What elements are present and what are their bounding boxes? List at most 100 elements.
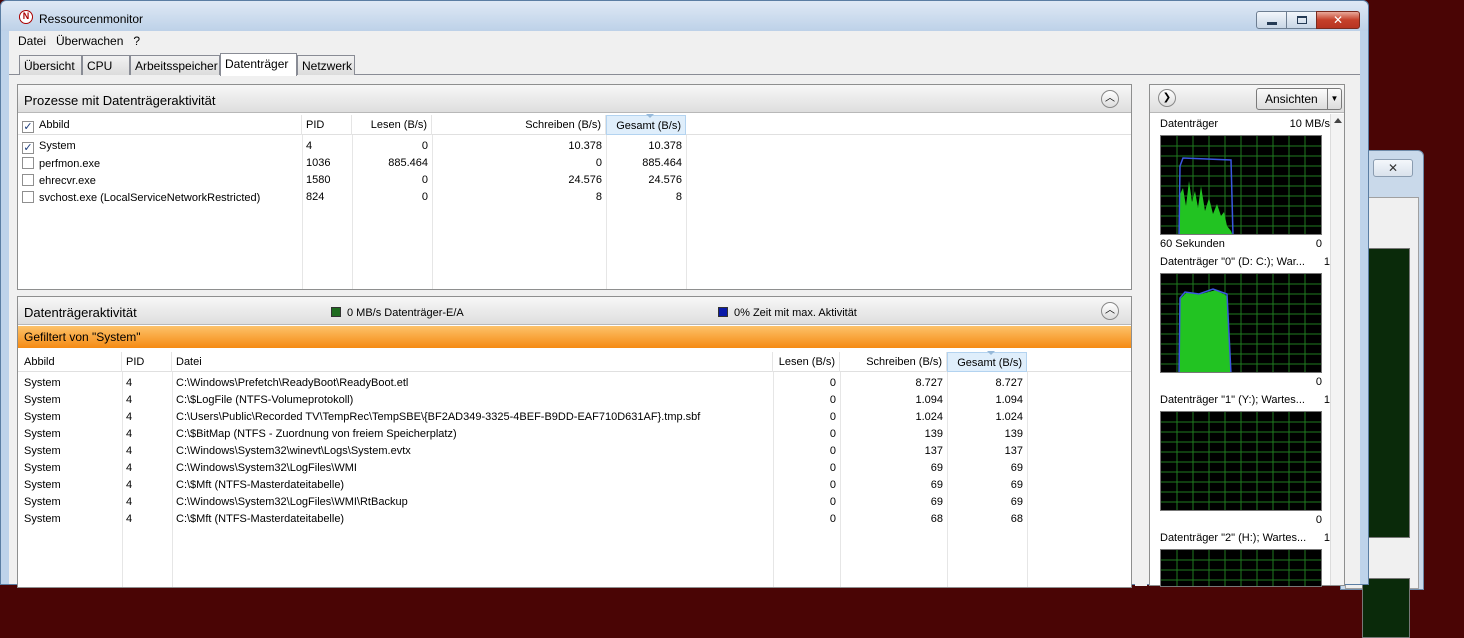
background-graph (1362, 578, 1410, 638)
disk-activity-panel-header[interactable]: Datenträgeraktivität 0 MB/s Datenträger-… (18, 297, 1131, 325)
active-time-legend-swatch (718, 307, 728, 317)
process-image: perfmon.exe (39, 158, 101, 170)
graph-scale: 10 MB/s (1289, 118, 1330, 130)
collapse-disk-activity-button[interactable]: ︿ (1101, 302, 1119, 320)
title-bar: N Ressourcenmonitor ✕ (1, 1, 1368, 31)
background-close-button[interactable]: ✕ (1373, 159, 1413, 177)
file-total: 139 (1004, 428, 1023, 440)
table-row[interactable]: System 4 C:\Windows\System32\winevt\Logs… (18, 443, 1131, 460)
column-header-pid[interactable]: PID (122, 352, 172, 372)
graph-scale: 1 (1323, 532, 1330, 544)
disk-activity-panel: Datenträgeraktivität 0 MB/s Datenträger-… (17, 296, 1132, 588)
scroll-up-arrow-icon (1334, 118, 1342, 123)
graph-pane-scrollbar[interactable] (1330, 114, 1344, 585)
process-pid: 1580 (306, 174, 331, 186)
tab-overview[interactable]: Übersicht (19, 55, 82, 75)
disk-total-graph-block: Datenträger 10 MB/s 60 Sekunden 0 (1160, 118, 1330, 253)
table-row[interactable]: perfmon.exe 1036 885.464 0 885.464 (18, 155, 1131, 172)
processes-panel-header[interactable]: Prozesse mit Datenträgeraktivität ︿ (18, 85, 1131, 113)
table-row[interactable]: System 4 C:\$Mft (NTFS-Masterdateitabell… (18, 511, 1131, 528)
graph-grid (1161, 412, 1321, 510)
minimize-button[interactable] (1256, 11, 1287, 29)
file-path: C:\Users\Public\Recorded TV\TempRec\Temp… (176, 411, 701, 423)
file-total: 1.094 (995, 394, 1023, 406)
process-checkbox[interactable] (22, 191, 34, 203)
column-header-total[interactable]: Gesamt (B/s) (947, 351, 1027, 372)
file-write: 69 (930, 496, 943, 508)
table-row[interactable]: System 4 C:\$LogFile (NTFS-Volumeprotoko… (18, 392, 1131, 409)
select-all-checkbox[interactable]: ✓ (22, 121, 34, 133)
table-row[interactable]: System 4 C:\Windows\Prefetch\ReadyBoot\R… (18, 375, 1131, 392)
table-row[interactable]: System 4 C:\Users\Public\Recorded TV\Tem… (18, 409, 1131, 426)
column-header-write[interactable]: Schreiben (B/s) (432, 115, 606, 135)
file-write: 137 (924, 445, 943, 457)
file-image: System (24, 411, 61, 423)
table-row[interactable]: System 4 C:\$Mft (NTFS-Masterdateitabell… (18, 477, 1131, 494)
table-row[interactable]: ✓ System 4 0 10.378 10.378 (18, 138, 1131, 155)
maximize-icon (1296, 16, 1307, 24)
menu-bar: Datei Überwachen ? (9, 31, 1360, 51)
menu-help[interactable]: ? (128, 34, 145, 48)
graph-scale: 1 (1323, 256, 1330, 268)
process-checkbox[interactable] (22, 174, 34, 186)
resource-monitor-icon: N (19, 10, 33, 24)
file-pid: 4 (126, 479, 133, 491)
column-header-write[interactable]: Schreiben (B/s) (840, 352, 947, 372)
process-read: 0 (421, 191, 428, 203)
graph-label: Datenträger "0" (D: C:); War... (1160, 256, 1305, 268)
process-checkbox[interactable] (22, 157, 34, 169)
process-total: 10.378 (648, 140, 682, 152)
queue-series (1179, 290, 1231, 372)
column-header-image[interactable]: ✓ Abbild (18, 115, 302, 135)
file-write: 69 (930, 479, 943, 491)
process-read: 0 (421, 174, 428, 186)
disk-1-graph-svg (1161, 412, 1321, 510)
file-image: System (24, 479, 61, 491)
file-read: 0 (829, 428, 836, 440)
file-read: 0 (829, 462, 836, 474)
column-header-pid[interactable]: PID (302, 115, 352, 135)
maximize-button[interactable] (1286, 11, 1317, 29)
column-header-image[interactable]: Abbild (18, 352, 122, 372)
table-row[interactable]: System 4 C:\Windows\System32\LogFiles\WM… (18, 460, 1131, 477)
tab-disk[interactable]: Datenträger (220, 53, 297, 76)
file-write: 1.094 (915, 394, 943, 406)
tab-strip: Übersicht CPU Arbeitsspeicher Datenträge… (9, 53, 1360, 76)
collapse-processes-button[interactable]: ︿ (1101, 90, 1119, 108)
pane-splitter[interactable] (1135, 84, 1147, 586)
process-total: 24.576 (648, 174, 682, 186)
expand-pane-button[interactable]: ❯ (1158, 89, 1176, 107)
close-button[interactable]: ✕ (1316, 11, 1360, 29)
tab-network[interactable]: Netzwerk (297, 55, 355, 75)
process-checkbox[interactable]: ✓ (22, 142, 34, 154)
column-header-total[interactable]: Gesamt (B/s) (606, 114, 686, 135)
table-row[interactable]: svchost.exe (LocalServiceNetworkRestrict… (18, 189, 1131, 206)
file-path: C:\$Mft (NTFS-Masterdateitabelle) (176, 513, 345, 525)
graph-min: 0 (1315, 238, 1322, 250)
process-pid: 824 (306, 191, 325, 203)
table-row[interactable]: ehrecvr.exe 1580 0 24.576 24.576 (18, 172, 1131, 189)
background-graph (1362, 248, 1410, 538)
column-header-read[interactable]: Lesen (B/s) (773, 352, 840, 372)
graph-min: 0 (1315, 514, 1322, 526)
file-path: C:\$LogFile (NTFS-Volumeprotokoll) (176, 394, 354, 406)
column-label: Gesamt (B/s) (616, 120, 681, 132)
table-row[interactable]: System 4 C:\Windows\System32\LogFiles\WM… (18, 494, 1131, 511)
process-write: 10.378 (568, 140, 602, 152)
views-dropdown-button[interactable]: Ansichten ▼ (1256, 88, 1342, 110)
process-total: 885.464 (642, 157, 682, 169)
process-image: svchost.exe (LocalServiceNetworkRestrict… (39, 192, 261, 204)
file-image: System (24, 496, 61, 508)
io-legend: 0 MB/s Datenträger-E/A (331, 307, 464, 319)
tab-memory[interactable]: Arbeitsspeicher (130, 55, 220, 75)
tab-cpu[interactable]: CPU (82, 55, 130, 75)
file-path: C:\$Mft (NTFS-Masterdateitabelle) (176, 479, 345, 491)
file-total: 69 (1010, 496, 1023, 508)
column-header-read[interactable]: Lesen (B/s) (352, 115, 432, 135)
column-header-file[interactable]: Datei (172, 352, 773, 372)
process-write: 8 (595, 191, 602, 203)
menu-file[interactable]: Datei (13, 34, 51, 48)
menu-monitor[interactable]: Überwachen (51, 34, 128, 48)
file-read: 0 (829, 479, 836, 491)
table-row[interactable]: System 4 C:\$BitMap (NTFS - Zuordnung vo… (18, 426, 1131, 443)
